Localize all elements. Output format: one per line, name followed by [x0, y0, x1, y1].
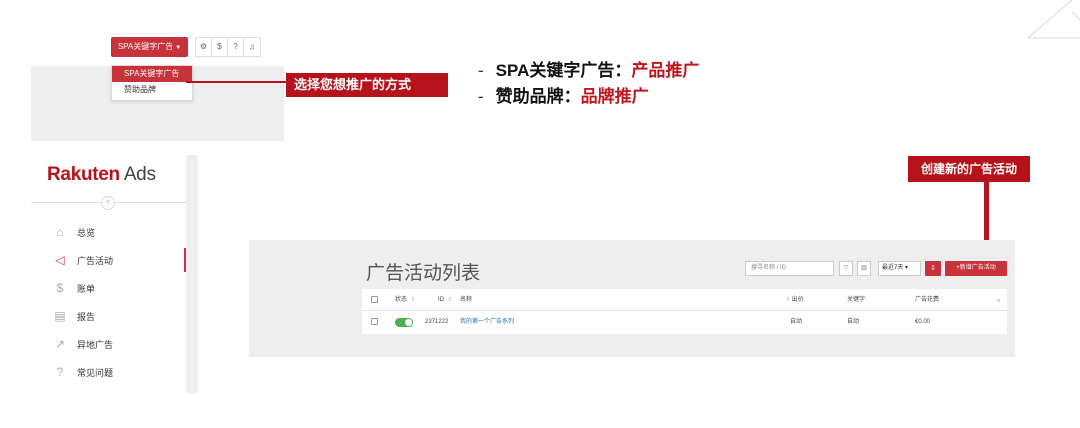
download-icon[interactable]: ⇩	[925, 261, 941, 276]
sort-icon: ⇕	[785, 297, 791, 303]
column-label: 出价	[791, 297, 804, 303]
logo-brand: Rakuten	[47, 164, 120, 185]
campaign-bid: 自动	[790, 319, 803, 325]
column-menu-icon[interactable]: ⌄	[996, 289, 1001, 311]
sort-icon: ⇕	[447, 297, 453, 303]
dollar-icon[interactable]: $	[212, 38, 228, 56]
sidebar-item-label: 广告活动	[77, 255, 114, 266]
campaign-spend: €0.00	[915, 319, 931, 325]
sort-icon: ⇕	[410, 297, 416, 303]
date-range-dropdown[interactable]: 最近7天 ▾	[878, 261, 921, 276]
caret-down-icon: ▼	[175, 45, 182, 51]
campaign-table: 状态 ⇕ ID ⇕ 名称 ⇕ 出价 关键字 广告花费 ⌄ 2371222 我的第一个…	[362, 289, 1007, 334]
help-icon[interactable]: ?	[228, 38, 244, 56]
column-label: ID	[438, 297, 444, 303]
sidebar-item-reports[interactable]: ▤ 报告	[31, 302, 186, 330]
bullet-highlight: 产品推广	[631, 61, 700, 80]
logo-product: Ads	[123, 164, 156, 185]
column-header-name[interactable]: 名称	[460, 289, 472, 311]
campaign-type-dropdown-button[interactable]: SPA关键字广告 ▼	[111, 37, 188, 57]
bullet-sponsored-brand: - 赞助品牌：品牌推广	[478, 84, 699, 110]
table-header-row: 状态 ⇕ ID ⇕ 名称 ⇕ 出价 关键字 广告花费 ⌄	[362, 289, 1007, 311]
sidebar-item-label: 异地广告	[77, 339, 114, 350]
dropdown-option-sponsored-brand[interactable]: 赞助品牌	[112, 82, 192, 98]
sidebar-item-label: 账单	[77, 283, 96, 294]
report-icon: ▤	[54, 309, 66, 323]
column-header-id[interactable]: ID ⇕	[438, 289, 452, 311]
callout-arrow-shaft	[984, 182, 989, 249]
dropdown-option-spa[interactable]: SPA关键字广告	[112, 66, 192, 82]
sidebar-scroll-strip	[186, 155, 198, 393]
campaign-name-link[interactable]: 我的第一个广告系列	[460, 311, 514, 333]
rakuten-ads-logo: Rakuten Ads	[47, 164, 156, 186]
bullet-prefix: SPA关键字广告：	[495, 61, 632, 80]
date-range-label: 最近7天	[882, 265, 904, 271]
campaign-type-dropdown-menu: SPA关键字广告 赞助品牌	[111, 65, 193, 101]
column-label: 广告花费	[915, 297, 940, 303]
column-label: 名称	[460, 297, 473, 303]
column-header-bid[interactable]: ⇕ 出价	[782, 289, 804, 311]
sidebar-item-label: 报告	[77, 311, 96, 322]
external-ad-icon: ↗	[54, 337, 66, 351]
bell-icon[interactable]: ♫	[244, 38, 260, 56]
row-checkbox[interactable]	[371, 318, 378, 325]
sidebar-item-faq[interactable]: ? 常见问题	[31, 358, 186, 386]
sidebar-collapse-icon[interactable]: <	[101, 196, 115, 210]
sidebar-nav: ⌂ 总览 ◁ 广告活动 $ 账单 ▤ 报告 ↗ 异地广告 ? 常见问题	[31, 218, 186, 386]
bullet-prefix: 赞助品牌：	[495, 87, 581, 106]
bullet-spa: - SPA关键字广告：产品推广	[478, 58, 699, 84]
bullet-highlight: 品牌推广	[580, 87, 649, 106]
callout-choose-method: 选择您想推广的方式	[286, 73, 448, 97]
gear-icon[interactable]: ⚙	[196, 38, 212, 56]
sidebar-item-label: 总览	[77, 227, 96, 238]
megaphone-icon: ◁	[55, 253, 65, 267]
sidebar-item-campaigns[interactable]: ◁ 广告活动	[31, 246, 186, 274]
home-icon: ⌂	[56, 225, 64, 239]
column-header-keywords[interactable]: 关键字	[847, 289, 865, 311]
column-header-status[interactable]: 状态 ⇕	[395, 289, 415, 311]
sidebar-item-external-ads[interactable]: ↗ 异地广告	[31, 330, 186, 358]
table-row[interactable]: 2371222 我的第一个广告系列 自动 自动 €0.00	[362, 311, 1007, 333]
bullet-dash: -	[478, 87, 484, 106]
page-title: 广告活动列表	[366, 263, 481, 284]
sidebar-item-overview[interactable]: ⌂ 总览	[31, 218, 186, 246]
select-all-checkbox[interactable]	[371, 296, 378, 303]
column-header-spend[interactable]: 广告花费	[915, 289, 939, 311]
campaign-keywords: 自动	[847, 319, 860, 325]
header-icon-group: ⚙ $ ? ♫	[195, 37, 261, 57]
corner-decoration	[1027, 0, 1080, 39]
bullet-dash: -	[478, 61, 484, 80]
column-label: 状态	[395, 297, 408, 303]
caret-down-icon: ▾	[903, 265, 909, 271]
callout-connector-line	[186, 81, 286, 83]
filter-icon[interactable]: ▽	[839, 261, 853, 276]
dollar-icon: $	[56, 281, 64, 295]
sidebar-item-label: 常见问题	[77, 367, 114, 378]
new-campaign-button[interactable]: +新增广告活动	[945, 261, 1007, 276]
faq-icon: ?	[56, 365, 64, 379]
status-toggle[interactable]	[395, 318, 413, 327]
columns-icon[interactable]: ▥	[857, 261, 871, 276]
column-label: 关键字	[847, 297, 866, 303]
campaign-type-label: SPA关键字广告	[117, 42, 174, 51]
campaign-id: 2371222	[425, 319, 449, 325]
sidebar-item-billing[interactable]: $ 账单	[31, 274, 186, 302]
search-input[interactable]: 搜寻名称 / ID	[745, 261, 834, 276]
callout-create-campaign: 创建新的广告活动	[908, 156, 1030, 182]
explanation-bullets: - SPA关键字广告：产品推广 - 赞助品牌：品牌推广	[478, 58, 699, 110]
